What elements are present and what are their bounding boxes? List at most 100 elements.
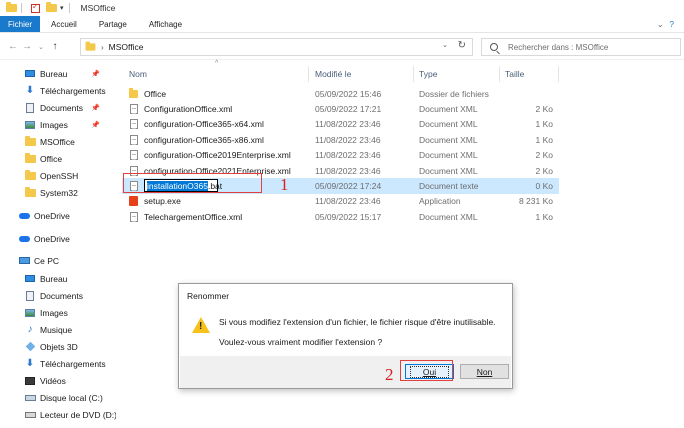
- file-size: 1 Ko: [535, 134, 554, 145]
- new-folder-icon[interactable]: [46, 2, 57, 12]
- videos-icon: [24, 376, 36, 386]
- sidebar-item-disque-local[interactable]: Disque local (C:): [24, 389, 116, 406]
- file-date: 11/08/2022 23:46: [315, 165, 381, 176]
- file-name: Office: [144, 88, 167, 99]
- folder-icon: [24, 186, 36, 198]
- rename-extension: .bat: [207, 180, 223, 191]
- address-bar[interactable]: › MSOffice ⌄ ↻: [80, 38, 473, 56]
- annotation-step-1: 1: [280, 175, 289, 194]
- dialog-title: Renommer: [187, 291, 230, 301]
- music-icon: ♪: [27, 324, 33, 335]
- file-row[interactable]: ConfigurationOffice.xml 05/09/2022 17:21…: [122, 101, 559, 116]
- dialog-message: Si vous modifiez l'extension d'un fichie…: [219, 317, 496, 327]
- column-divider[interactable]: [558, 66, 559, 82]
- column-header-date[interactable]: Modifié le: [315, 67, 351, 81]
- file-row-selected[interactable]: installationO365 .bat 05/09/2022 17:24 Do…: [122, 178, 559, 194]
- file-row[interactable]: setup.exe 11/08/2022 23:46 Application 8…: [122, 194, 559, 209]
- folder-icon: [24, 169, 36, 181]
- column-divider[interactable]: [308, 66, 309, 82]
- file-date: 11/08/2022 23:46: [315, 134, 381, 145]
- documents-icon: [24, 290, 36, 301]
- desktop-icon: [24, 274, 36, 284]
- sidebar-item-telechargements[interactable]: ⬇ Téléchargements: [24, 82, 116, 99]
- pin-icon: 📌: [91, 121, 100, 129]
- properties-icon[interactable]: [31, 2, 40, 13]
- sidebar-item-lecteur-dvd[interactable]: Lecteur de DVD (D:): [24, 406, 116, 423]
- pin-icon: 📌: [91, 104, 100, 112]
- file-name: configuration-Office365-x64.xml: [144, 119, 264, 130]
- divider: [21, 3, 22, 13]
- back-icon[interactable]: ←: [6, 41, 20, 52]
- file-size: 1 Ko: [535, 119, 554, 130]
- file-row[interactable]: configuration-Office2021Enterprise.xml 1…: [122, 163, 559, 178]
- no-button[interactable]: Non: [460, 364, 509, 379]
- dialog-question: Voulez-vous vraiment modifier l'extensio…: [219, 337, 383, 347]
- file-name: ConfigurationOffice.xml: [144, 104, 233, 115]
- navigation-pane: Bureau 📌 ⬇ Téléchargements Documents 📌 Imag…: [0, 60, 116, 428]
- address-dropdown-icon[interactable]: ⌄: [442, 41, 448, 49]
- file-size: 1 Ko: [535, 211, 554, 222]
- search-icon: [490, 43, 498, 51]
- file-date: 05/09/2022 17:24: [315, 181, 382, 192]
- file-type: Dossier de fichiers: [419, 88, 489, 99]
- address-folder[interactable]: MSOffice: [109, 42, 144, 52]
- file-row[interactable]: configuration-Office365-x64.xml 11/08/20…: [122, 117, 559, 132]
- documents-icon: [24, 102, 36, 113]
- yes-button[interactable]: Oui: [405, 364, 454, 379]
- column-header-name[interactable]: Nom: [129, 67, 147, 81]
- file-size: 2 Ko: [535, 165, 554, 176]
- download-icon: ⬇: [25, 85, 35, 96]
- file-icon: [129, 119, 138, 130]
- file-row[interactable]: TelechargementOffice.xml 05/09/2022 15:1…: [122, 209, 559, 224]
- file-date: 11/08/2022 23:46: [315, 196, 381, 207]
- dialog-footer: Oui Non: [180, 356, 511, 388]
- rename-input[interactable]: installationO365 .bat: [144, 179, 222, 193]
- file-row[interactable]: configuration-Office365-x86.xml 11/08/20…: [122, 132, 559, 147]
- file-icon: [129, 165, 138, 176]
- tab-accueil[interactable]: Accueil: [40, 16, 88, 32]
- file-type: Document XML: [419, 119, 478, 130]
- recent-locations-icon[interactable]: ⌄: [34, 43, 48, 51]
- tab-partage[interactable]: Partage: [88, 16, 138, 32]
- column-divider[interactable]: [499, 66, 500, 82]
- sort-ascending-icon: ^: [215, 60, 219, 67]
- sidebar-item-telechargements-2[interactable]: ⬇ Téléchargements: [24, 355, 116, 372]
- cloud-icon: [18, 211, 30, 221]
- disk-icon: [24, 393, 36, 403]
- file-name: TelechargementOffice.xml: [144, 211, 243, 222]
- search-input[interactable]: Rechercher dans : MSOffice: [481, 38, 681, 56]
- file-icon: [129, 134, 138, 145]
- column-header-size[interactable]: Taille: [505, 67, 524, 81]
- file-type: Document XML: [419, 165, 478, 176]
- file-icon: [129, 150, 138, 161]
- refresh-icon[interactable]: ↻: [458, 40, 466, 51]
- tab-affichage[interactable]: Affichage: [138, 16, 193, 32]
- file-date: 05/09/2022 15:17: [315, 211, 382, 222]
- file-name: configuration-Office365-x86.xml: [144, 134, 264, 145]
- navigation-bar: ← → ⌄ ↑ › MSOffice ⌄ ↻ Rechercher dans :…: [0, 34, 684, 60]
- quick-access-dropdown-icon[interactable]: ▾: [60, 4, 64, 12]
- file-icon: [129, 181, 138, 192]
- file-name: configuration-Office2019Enterprise.xml: [144, 150, 291, 161]
- up-icon[interactable]: ↑: [48, 41, 62, 52]
- file-size: 0 Ko: [535, 181, 554, 192]
- forward-icon[interactable]: →: [20, 41, 34, 52]
- chevron-right-icon[interactable]: ›: [101, 43, 104, 52]
- tab-fichier[interactable]: Fichier: [0, 16, 41, 32]
- column-divider[interactable]: [413, 66, 414, 82]
- help-icon[interactable]: ?: [670, 20, 674, 29]
- column-header-type[interactable]: Type: [419, 67, 437, 81]
- pc-icon: [18, 256, 30, 266]
- file-row[interactable]: Office 05/09/2022 15:46 Dossier de fichi…: [122, 86, 559, 101]
- no-button-label: Non: [476, 366, 493, 377]
- file-date: 05/09/2022 17:21: [315, 104, 382, 115]
- expand-ribbon-icon[interactable]: ⌄: [657, 20, 664, 29]
- file-name: setup.exe: [144, 196, 181, 207]
- pin-icon: 📌: [91, 70, 100, 78]
- folder-icon: [24, 152, 36, 164]
- file-type: Document XML: [419, 104, 478, 115]
- file-type: Document XML: [419, 211, 478, 222]
- window-title: MSOffice: [80, 3, 116, 13]
- cloud-icon: [18, 234, 30, 244]
- file-row[interactable]: configuration-Office2019Enterprise.xml 1…: [122, 148, 559, 163]
